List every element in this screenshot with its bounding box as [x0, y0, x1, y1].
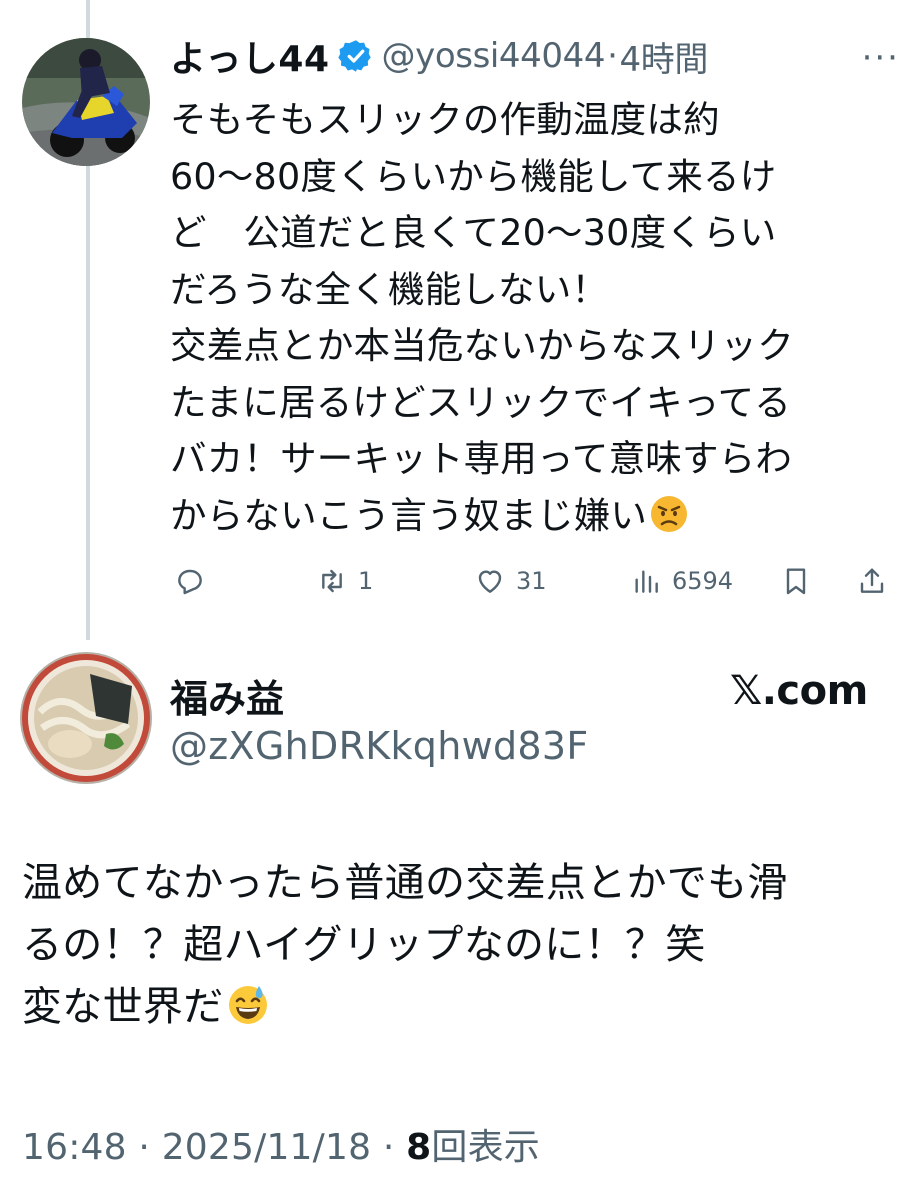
like-count: 31 [516, 567, 547, 595]
avatar-ramen-image [20, 652, 152, 784]
bookmark-icon [786, 568, 806, 595]
body-line: 温めてなかったら普通の交差点とかでも滑 [22, 860, 788, 906]
body-line-last: 変な世界だ [22, 976, 902, 1038]
separator-dot: · [607, 36, 618, 76]
heart-icon [478, 570, 502, 593]
reply-header: よっし44 @yossi44044 · 4時間 ··· [170, 28, 900, 84]
verified-badge-icon [337, 40, 371, 72]
author-name[interactable]: 福み益 [170, 668, 284, 723]
reply-icon [178, 569, 202, 595]
post-date[interactable]: 2025/11/18 [162, 1127, 372, 1168]
meta-separator: · [382, 1127, 407, 1168]
body-line: 交差点とか本当危ないからなスリック [170, 324, 794, 367]
x-com-link[interactable]: 𝕏.com [730, 668, 868, 714]
views-chart-icon [635, 570, 658, 593]
body-line: バカ！サーキット専用って意味すらわ [170, 437, 793, 480]
bookmark-button[interactable] [780, 556, 812, 606]
share-icon [860, 568, 884, 593]
body-line: るの！？超ハイグリップなのに！？笑 [22, 922, 706, 968]
retweet-count: 1 [358, 567, 374, 595]
share-button[interactable] [856, 556, 888, 606]
views-count: 6594 [672, 567, 734, 595]
body-line: 60〜80度くらいから機能して来るけ [170, 154, 777, 198]
author-name[interactable]: よっし44 [170, 30, 330, 82]
avatar[interactable] [20, 652, 152, 784]
body-line: そもそもスリックの作動温度は約 [170, 98, 720, 141]
body-line: ど 公道だと良くて20〜30度くらい [170, 211, 777, 254]
avatar-motorcycle-image [22, 38, 150, 166]
reply-body-text: そもそもスリックの作動温度は約 60〜80度くらいから機能して来るけ ど 公道だ… [170, 92, 900, 544]
grinning-sweat-emoji-icon [228, 986, 267, 1024]
reply-button[interactable] [174, 556, 216, 606]
body-line-last: からないこう言う奴まじ嫌い [170, 488, 900, 545]
retweet-icon [322, 569, 342, 593]
like-button[interactable]: 31 [474, 556, 547, 606]
author-handle[interactable]: @zXGhDRKkqhwd83F [170, 724, 589, 768]
post-time[interactable]: 16:48 [22, 1127, 127, 1168]
author-handle[interactable]: @yossi44044 [382, 36, 606, 76]
body-line-text: からないこう言う奴まじ嫌い [170, 493, 648, 537]
tweet-body-text: 温めてなかったら普通の交差点とかでも滑 るの！？超ハイグリップなのに！？笑 変な… [22, 852, 902, 1038]
views-number: 8 [406, 1127, 432, 1168]
views-label: 回表示 [431, 1127, 541, 1168]
body-line: たまに居るけどスリックでイキってる [170, 380, 791, 424]
retweet-button[interactable]: 1 [316, 556, 373, 606]
body-line-text: 変な世界だ [22, 984, 224, 1030]
angry-face-emoji-icon [651, 495, 688, 532]
timestamp[interactable]: 4時間 [620, 32, 709, 81]
meta-separator: · [138, 1127, 162, 1168]
body-line: だろうな全く機能しない！ [170, 267, 609, 311]
tweet-action-bar: 1 31 6594 [170, 556, 900, 606]
views-button[interactable]: 6594 [630, 556, 733, 606]
avatar[interactable] [22, 38, 150, 166]
tweet-meta-line: 16:48 · 2025/11/18 · 8回表示 [22, 1118, 540, 1170]
more-options-icon[interactable]: ··· [862, 38, 900, 78]
